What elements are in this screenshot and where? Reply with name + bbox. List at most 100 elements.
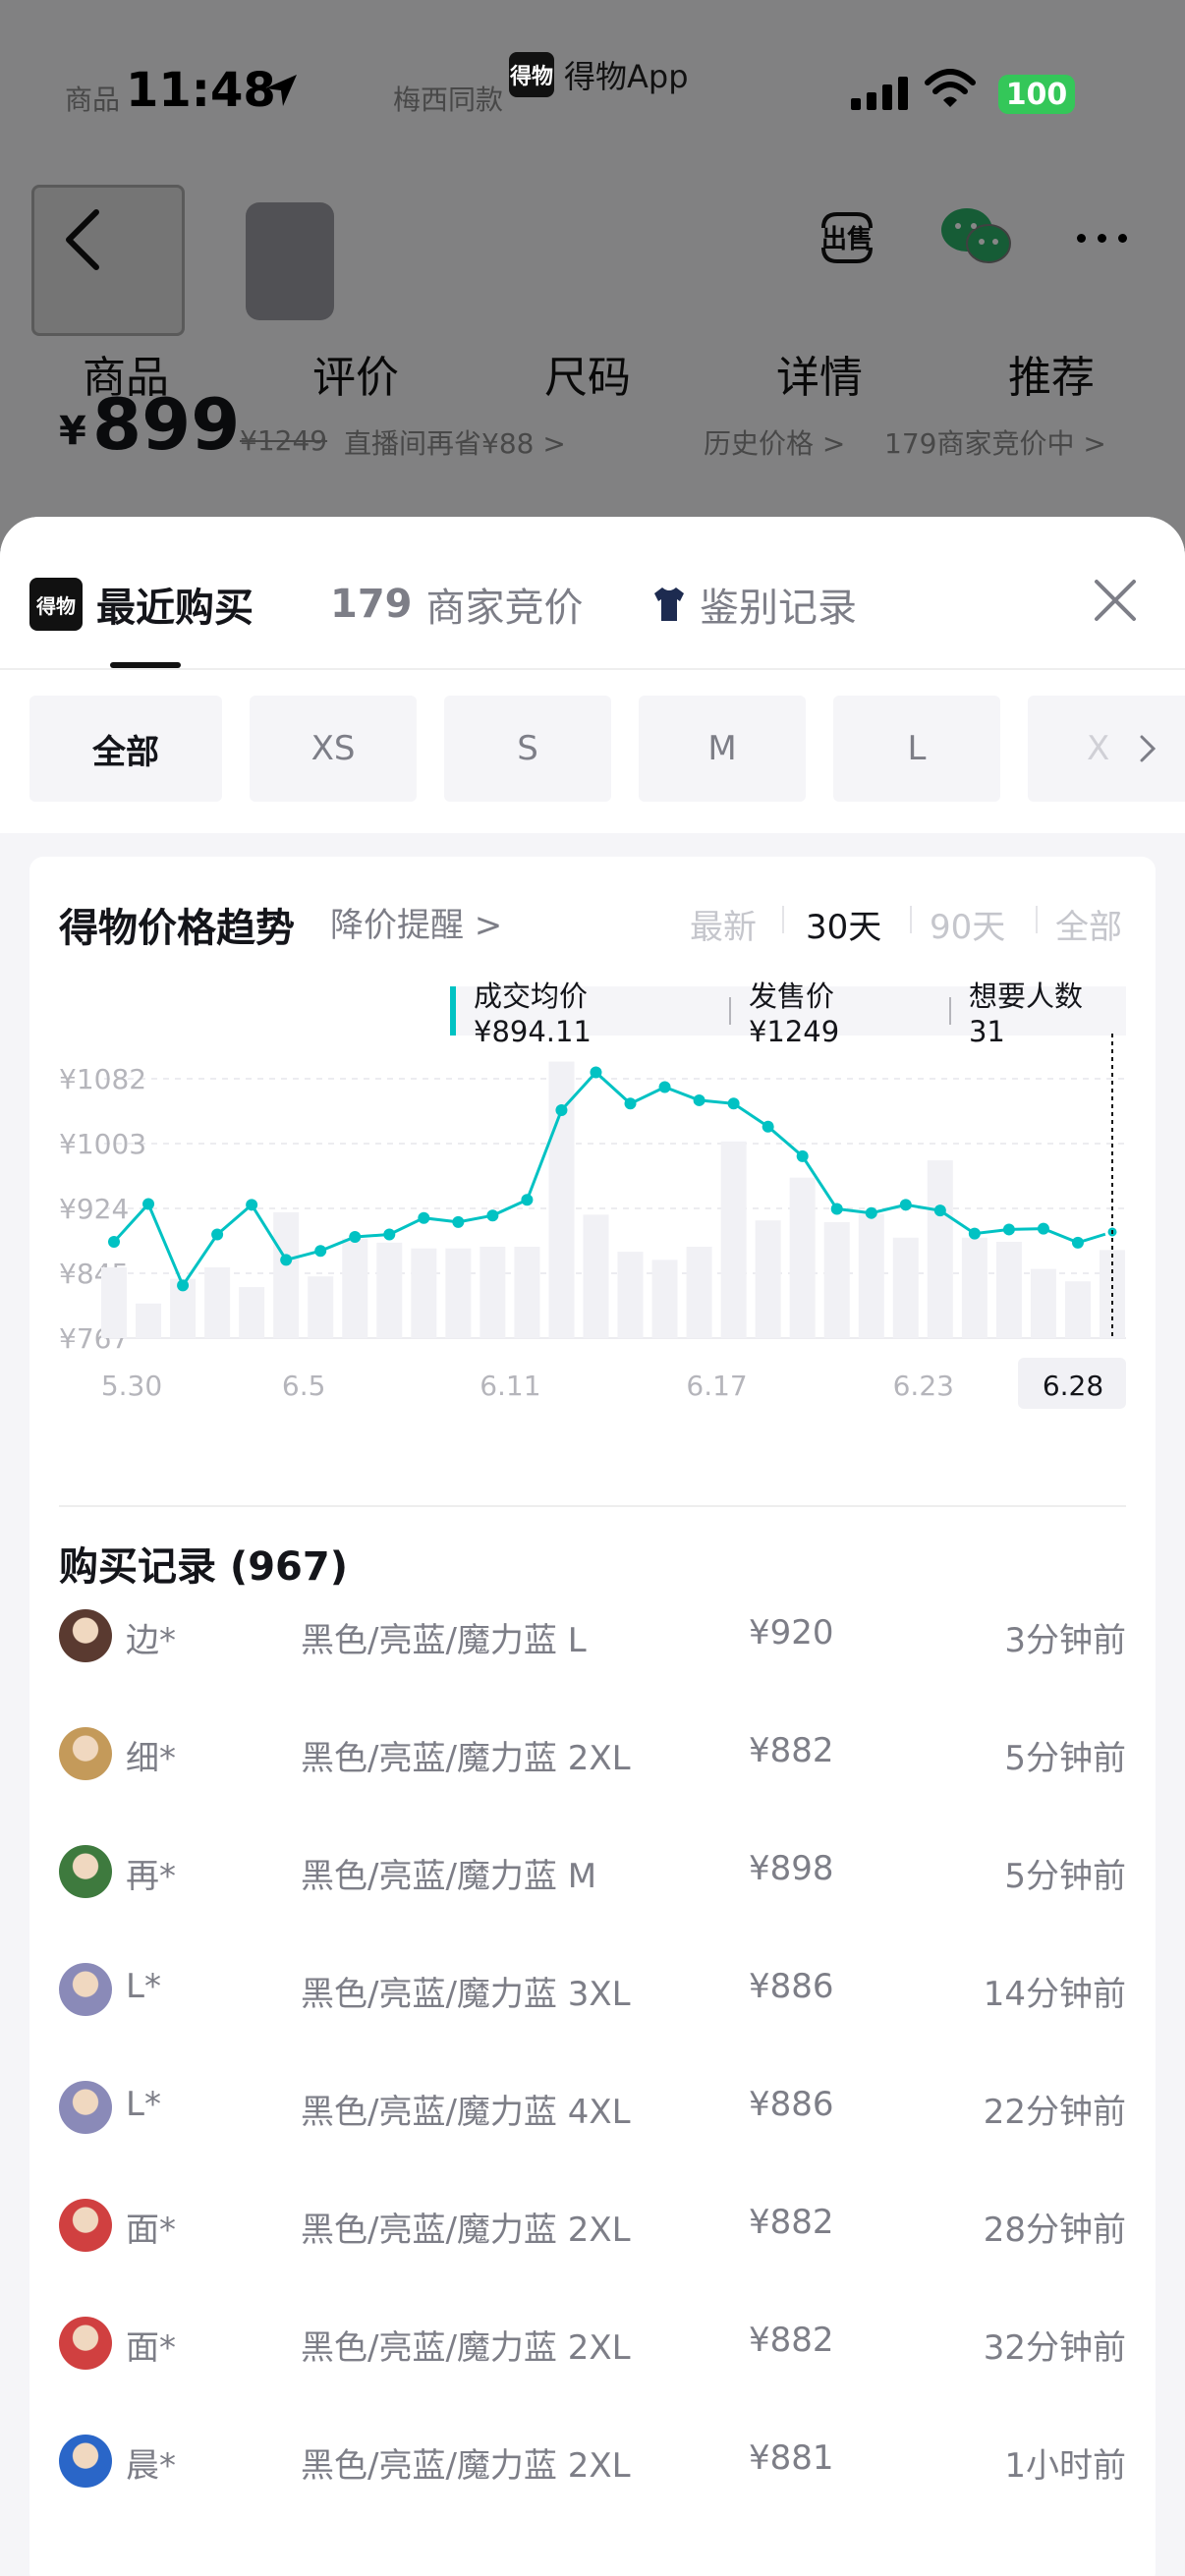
price-point xyxy=(658,1081,671,1093)
volume-bar xyxy=(548,1061,575,1338)
purchase-time: 1小时前 xyxy=(1004,2446,1126,2486)
chevron-right-icon[interactable] xyxy=(1136,731,1159,766)
tab-merchant-bids[interactable]: 179 商家竞价 xyxy=(330,576,584,633)
volume-bar xyxy=(342,1238,368,1338)
purchase-variant: 黑色/亮蓝/魔力蓝 L xyxy=(301,1621,587,1660)
close-icon[interactable] xyxy=(1091,576,1140,625)
buyer-name: 细* xyxy=(126,1739,176,1778)
app-return-badge[interactable]: 得物 得物App xyxy=(509,51,689,98)
size-filter-s[interactable]: S xyxy=(444,696,611,802)
purchase-variant: 黑色/亮蓝/魔力蓝 2XL xyxy=(301,2328,631,2368)
y-tick-label: ¥924 xyxy=(59,1193,129,1225)
size-filter-all[interactable]: 全部 xyxy=(29,696,222,802)
volume-bar xyxy=(686,1247,712,1338)
table-row[interactable]: L* 黑色/亮蓝/魔力蓝 4XL ¥886 22分钟前 xyxy=(59,2067,1126,2146)
purchase-time: 22分钟前 xyxy=(983,2093,1126,2132)
price-point xyxy=(555,1103,568,1116)
y-tick-label: ¥1003 xyxy=(59,1128,146,1160)
volume-bar xyxy=(239,1287,265,1338)
buyer-name: L* xyxy=(126,2085,161,2124)
table-row[interactable]: 面* 黑色/亮蓝/魔力蓝 2XL ¥882 28分钟前 xyxy=(59,2185,1126,2264)
volume-bar xyxy=(204,1266,231,1338)
purchase-time: 32分钟前 xyxy=(983,2328,1126,2368)
purchase-records-title: 购买记录 (967) xyxy=(59,1544,348,1590)
purchase-time: 14分钟前 xyxy=(983,1975,1126,2014)
range-all[interactable]: 全部 xyxy=(1055,900,1122,948)
buyer-name: 晨* xyxy=(126,2446,176,2486)
volume-bar xyxy=(480,1247,506,1338)
purchase-price: ¥882 xyxy=(749,1731,834,1770)
price-point xyxy=(865,1206,877,1219)
wifi-icon xyxy=(925,69,976,107)
volume-bar xyxy=(892,1237,919,1338)
size-filter-m[interactable]: M xyxy=(639,696,806,802)
avatar xyxy=(59,1609,112,1662)
price-alert-link[interactable]: 降价提醒 > xyxy=(330,898,502,946)
purchase-price: ¥898 xyxy=(749,1849,834,1888)
table-row[interactable]: 再* 黑色/亮蓝/魔力蓝 M ¥898 5分钟前 xyxy=(59,1831,1126,1910)
buyer-name: 边* xyxy=(126,1621,176,1660)
purchase-price: ¥881 xyxy=(749,2438,834,2478)
purchase-variant: 黑色/亮蓝/魔力蓝 4XL xyxy=(301,2093,631,2132)
avatar xyxy=(59,1963,112,2016)
range-90d[interactable]: 90天 xyxy=(930,900,1005,948)
price-info-tooltip: 成交均价 ¥894.11 发售价 ¥1249 想要人数 31 xyxy=(450,980,1126,1048)
avatar xyxy=(59,2435,112,2488)
tab-authentication-records[interactable]: 鉴别记录 xyxy=(652,576,857,633)
price-point xyxy=(830,1203,843,1215)
volume-bar xyxy=(995,1242,1022,1338)
x-tick-label: 6.5 xyxy=(282,1370,326,1402)
price-point xyxy=(211,1228,224,1241)
price-trend-title: 得物价格趋势 xyxy=(59,906,295,951)
size-filter-xs[interactable]: XS xyxy=(250,696,417,802)
price-point xyxy=(418,1211,430,1224)
range-30d[interactable]: 30天 xyxy=(806,900,881,948)
range-separator xyxy=(782,906,784,933)
avatar xyxy=(59,2081,112,2134)
table-row[interactable]: 晨* 黑色/亮蓝/魔力蓝 2XL ¥881 1小时前 xyxy=(59,2421,1126,2499)
size-filter-x[interactable]: X xyxy=(1028,696,1185,802)
volume-bar xyxy=(823,1221,850,1338)
price-point xyxy=(1071,1236,1084,1249)
status-time: 11:48 xyxy=(126,63,276,118)
tab-label: 最近购买 xyxy=(96,586,254,631)
volume-bar xyxy=(720,1141,747,1338)
size-filter-l[interactable]: L xyxy=(833,696,1000,802)
divider xyxy=(59,1505,1126,1507)
purchase-variant: 黑色/亮蓝/魔力蓝 3XL xyxy=(301,1975,631,2014)
volume-bar xyxy=(927,1160,953,1338)
price-point xyxy=(486,1209,499,1222)
table-row[interactable]: 细* 黑色/亮蓝/魔力蓝 2XL ¥882 5分钟前 xyxy=(59,1713,1126,1792)
buyer-name: L* xyxy=(126,1967,161,2006)
price-trend-card: 得物价格趋势 降价提醒 > 最新 30天 90天 全部 成交均价 ¥894.11… xyxy=(29,857,1156,2576)
tab-recent-purchases[interactable]: 得物 最近购买 xyxy=(29,576,254,633)
x-tick-label: 6.11 xyxy=(480,1370,540,1402)
volume-bar xyxy=(1064,1281,1091,1338)
volume-bar xyxy=(1030,1268,1056,1338)
price-point xyxy=(1037,1222,1049,1235)
purchase-time: 28分钟前 xyxy=(983,2211,1126,2250)
sheet-header: 得物 最近购买 179 商家竞价 鉴别记录 全部 XS S M L X xyxy=(0,517,1185,833)
price-trend-chart[interactable]: ¥1161¥1082¥1003¥924¥845¥7675.306.56.116.… xyxy=(29,1034,1156,1495)
price-point xyxy=(314,1245,327,1258)
range-latest[interactable]: 最新 xyxy=(690,900,757,948)
tab-label: 鉴别记录 xyxy=(700,586,857,631)
price-point xyxy=(521,1194,534,1206)
table-row[interactable]: L* 黑色/亮蓝/魔力蓝 3XL ¥886 14分钟前 xyxy=(59,1949,1126,2028)
volume-bar xyxy=(445,1248,472,1338)
volume-bar xyxy=(308,1276,334,1338)
table-row[interactable]: 边* 黑色/亮蓝/魔力蓝 L ¥920 3分钟前 xyxy=(59,1596,1126,1674)
price-point xyxy=(590,1066,602,1079)
purchase-time: 3分钟前 xyxy=(1004,1621,1126,1660)
table-row[interactable]: 面* 黑色/亮蓝/魔力蓝 2XL ¥882 32分钟前 xyxy=(59,2303,1126,2381)
volume-bar xyxy=(755,1220,781,1338)
volume-bar xyxy=(514,1247,540,1338)
avatar xyxy=(59,1845,112,1898)
price-point xyxy=(349,1230,362,1243)
purchase-variant: 黑色/亮蓝/魔力蓝 2XL xyxy=(301,2211,631,2250)
price-point xyxy=(693,1093,705,1106)
price-point xyxy=(727,1097,740,1110)
volume-bar xyxy=(583,1214,609,1338)
purchase-time: 5分钟前 xyxy=(1004,1739,1126,1778)
tab-count: 179 xyxy=(330,582,413,627)
